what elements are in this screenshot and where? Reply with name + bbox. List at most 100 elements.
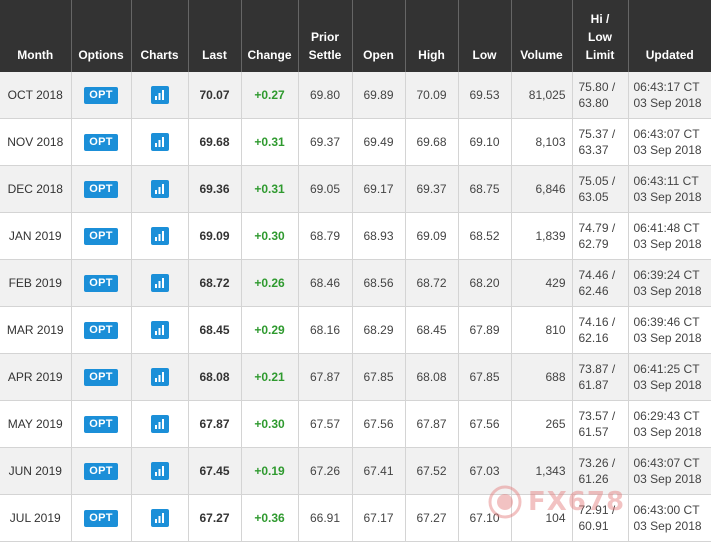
opt-button[interactable]: OPT (84, 463, 118, 480)
updated-time: 06:43:11 CT (633, 174, 699, 188)
cell-options: OPT (71, 118, 132, 166)
cell-change: +0.29 (241, 306, 299, 354)
header-updated[interactable]: Updated (628, 0, 711, 72)
cell-options: OPT (71, 165, 132, 213)
cell-last: 69.68 (188, 118, 242, 166)
opt-button[interactable]: OPT (84, 87, 118, 104)
cell-low: 67.56 (458, 400, 512, 448)
bar-chart-icon[interactable] (150, 462, 169, 480)
hi-limit-value: 73.57 / (578, 409, 616, 423)
cell-open: 69.89 (352, 72, 406, 119)
cell-updated: 06:41:48 CT 03 Sep 2018 (628, 212, 711, 260)
updated-time: 06:43:17 CT (633, 80, 700, 94)
header-low[interactable]: Low (458, 0, 512, 72)
cell-open: 68.93 (352, 212, 406, 260)
cell-month: MAY 2019 (0, 400, 72, 448)
header-prior-label: Prior (310, 30, 339, 44)
header-hi-label: Hi / (590, 12, 610, 26)
opt-button[interactable]: OPT (84, 322, 118, 339)
cell-volume: 6,846 (511, 165, 573, 213)
bar-chart-icon[interactable] (150, 133, 169, 151)
cell-charts (131, 447, 189, 495)
opt-button[interactable]: OPT (84, 510, 118, 527)
low-limit-value: 61.87 (578, 378, 609, 392)
header-settle-label: Settle (308, 48, 342, 62)
cell-volume: 8,103 (511, 118, 573, 166)
cell-prior-settle: 66.91 (298, 494, 353, 542)
header-high[interactable]: High (405, 0, 459, 72)
cell-low: 67.10 (458, 494, 512, 542)
bar-chart-icon[interactable] (150, 368, 169, 386)
cell-open: 68.56 (352, 259, 406, 307)
opt-button[interactable]: OPT (84, 369, 118, 386)
cell-last: 69.36 (188, 165, 242, 213)
updated-date: 03 Sep 2018 (633, 237, 702, 251)
bar-chart-icon[interactable] (150, 509, 169, 527)
bar-chart-icon[interactable] (150, 321, 169, 339)
bar-chart-icon[interactable] (150, 415, 169, 433)
cell-charts (131, 72, 189, 119)
cell-last: 69.09 (188, 212, 242, 260)
bar-chart-icon[interactable] (150, 227, 169, 245)
bar-chart-icon[interactable] (150, 86, 169, 104)
hi-limit-value: 72.91 / (578, 503, 616, 517)
cell-prior-settle: 68.16 (298, 306, 353, 354)
header-volume[interactable]: Volume (511, 0, 573, 72)
cell-updated: 06:39:24 CT 03 Sep 2018 (628, 259, 711, 307)
cell-open: 69.49 (352, 118, 406, 166)
header-last[interactable]: Last (188, 0, 242, 72)
cell-volume: 429 (511, 259, 573, 307)
cell-hi-low-limit: 73.57 / 61.57 (572, 400, 629, 448)
cell-month: JUL 2019 (0, 494, 72, 542)
cell-volume: 265 (511, 400, 573, 448)
cell-prior-settle: 67.87 (298, 353, 353, 401)
cell-options: OPT (71, 400, 132, 448)
cell-prior-settle: 67.26 (298, 447, 353, 495)
header-open[interactable]: Open (352, 0, 406, 72)
low-limit-value: 63.05 (578, 190, 609, 204)
cell-month: MAR 2019 (0, 306, 72, 354)
cell-change: +0.30 (241, 212, 299, 260)
cell-options: OPT (71, 306, 132, 354)
cell-high: 67.52 (405, 447, 459, 495)
cell-options: OPT (71, 353, 132, 401)
header-low-label: Low (588, 30, 612, 44)
cell-low: 68.75 (458, 165, 512, 213)
cell-last: 70.07 (188, 72, 242, 119)
cell-high: 68.45 (405, 306, 459, 354)
opt-button[interactable]: OPT (84, 181, 118, 198)
cell-change: +0.19 (241, 447, 299, 495)
opt-button[interactable]: OPT (84, 134, 118, 151)
cell-change: +0.26 (241, 259, 299, 307)
hi-limit-value: 75.80 / (578, 80, 616, 94)
table-row: NOV 2018 OPT 69.68 +0.31 69.37 69.49 69.68 69.1… (0, 118, 711, 166)
opt-button[interactable]: OPT (84, 228, 118, 245)
bar-chart-icon[interactable] (150, 180, 169, 198)
cell-charts (131, 306, 189, 354)
cell-month: APR 2019 (0, 353, 72, 401)
updated-date: 03 Sep 2018 (633, 425, 702, 439)
cell-volume: 688 (511, 353, 573, 401)
opt-button[interactable]: OPT (84, 275, 118, 292)
opt-button[interactable]: OPT (84, 416, 118, 433)
cell-high: 68.72 (405, 259, 459, 307)
cell-low: 67.89 (458, 306, 512, 354)
cell-high: 67.27 (405, 494, 459, 542)
cell-change: +0.36 (241, 494, 299, 542)
updated-date: 03 Sep 2018 (633, 284, 702, 298)
cell-month: NOV 2018 (0, 118, 72, 166)
bar-chart-icon[interactable] (150, 274, 169, 292)
cell-change: +0.31 (241, 165, 299, 213)
header-limit-label: Limit (585, 48, 615, 62)
table-row: JUL 2019 OPT 67.27 +0.36 66.91 67.17 67.27 67.1… (0, 494, 711, 542)
updated-time: 06:43:07 CT (633, 456, 700, 470)
updated-time: 06:43:00 CT (633, 503, 700, 517)
updated-time: 06:39:46 CT (633, 315, 700, 329)
cell-hi-low-limit: 74.79 / 62.79 (572, 212, 629, 260)
header-prior-settle[interactable]: Prior Settle (298, 0, 353, 72)
header-month[interactable]: Month (0, 0, 72, 72)
cell-options: OPT (71, 494, 132, 542)
hi-limit-value: 73.26 / (578, 456, 616, 470)
cell-prior-settle: 68.79 (298, 212, 353, 260)
header-change[interactable]: Change (241, 0, 299, 72)
